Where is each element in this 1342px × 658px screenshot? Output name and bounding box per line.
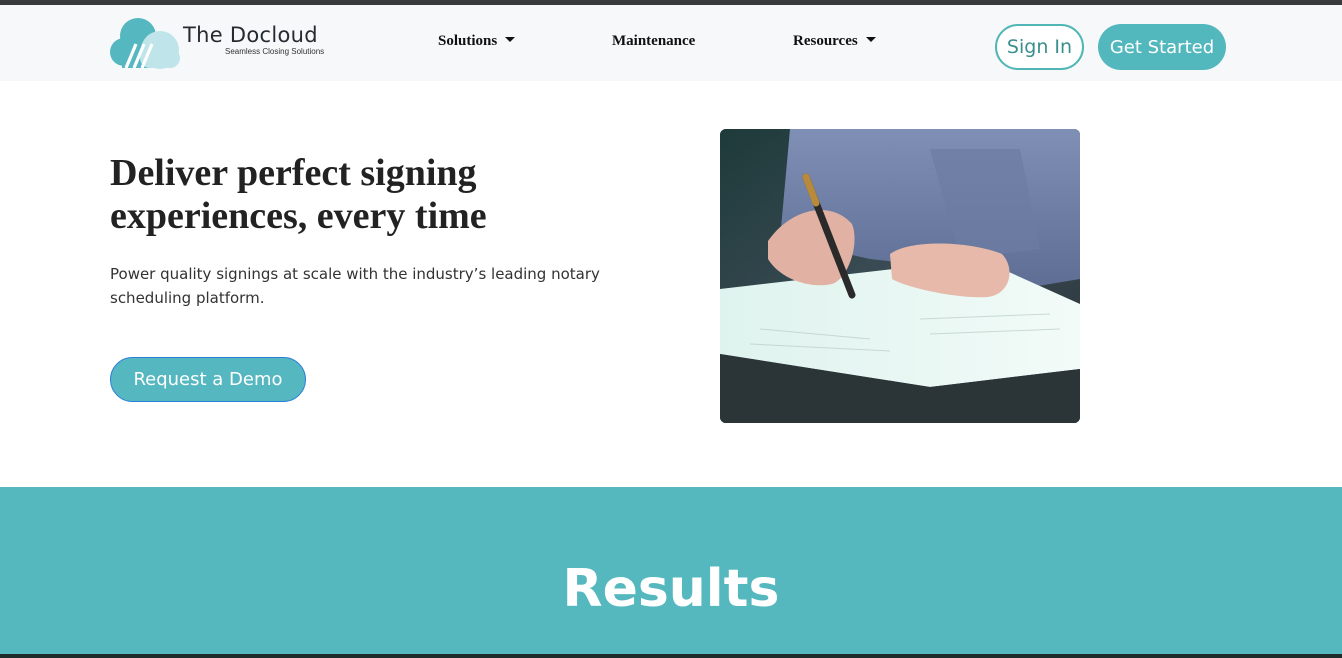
nav-solutions-label: Solutions: [438, 33, 498, 49]
navbar: The Docloud Seamless Closing Solutions S…: [0, 5, 1342, 81]
brand-logo[interactable]: The Docloud Seamless Closing Solutions: [110, 18, 350, 70]
request-demo-button[interactable]: Request a Demo: [110, 357, 306, 402]
results-section: Results: [0, 487, 1342, 658]
get-started-button[interactable]: Get Started: [1098, 24, 1226, 70]
hero-subtitle: Power quality signings at scale with the…: [110, 265, 600, 307]
nav-resources-label: Resources: [793, 33, 858, 49]
hero-photo-signing-document: [720, 129, 1080, 423]
nav-maintenance-label: Maintenance: [612, 33, 696, 49]
hero-title: Deliver perfect signing experiences, eve…: [110, 152, 487, 237]
nav-solutions[interactable]: Solutions: [438, 33, 516, 50]
brand-tagline: Seamless Closing Solutions: [225, 47, 325, 56]
nav-resources[interactable]: Resources: [793, 33, 876, 50]
brand-name: The Docloud: [183, 23, 318, 47]
caret-down-icon: [505, 37, 516, 43]
bottom-border: [0, 654, 1342, 658]
signing-photo-image: [720, 129, 1080, 423]
caret-down-icon: [865, 37, 876, 43]
sign-in-button[interactable]: Sign In: [995, 24, 1084, 70]
results-title: Results: [562, 559, 780, 619]
cloud-logo-icon: [110, 18, 180, 69]
nav-maintenance[interactable]: Maintenance: [612, 33, 695, 50]
